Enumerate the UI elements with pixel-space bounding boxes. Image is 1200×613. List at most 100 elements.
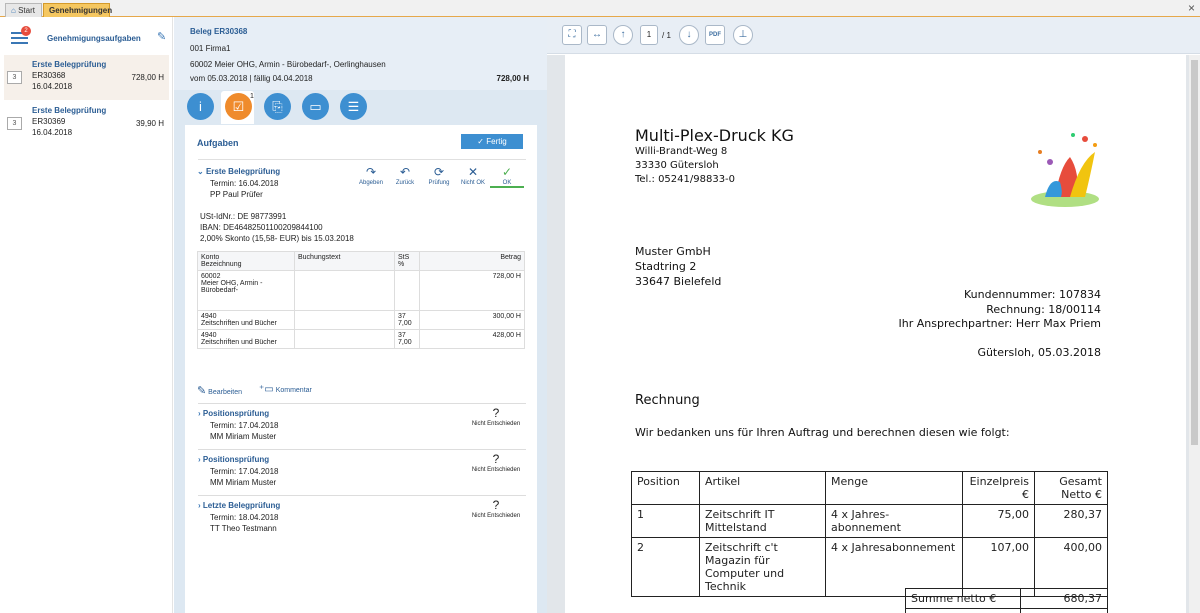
page-down-icon[interactable]: ↓	[679, 25, 699, 45]
comment-icon[interactable]: ▭	[302, 93, 329, 120]
zurueck-button[interactable]: ↶ Zurück	[388, 165, 422, 186]
kommentar-button[interactable]: ⁺▭ Kommentar	[259, 384, 312, 395]
summary-row	[905, 608, 1108, 613]
page-count: / 1	[662, 31, 671, 40]
pdf-icon[interactable]: PDF	[705, 25, 725, 45]
cell-pct: 7,00	[398, 320, 412, 327]
attachment-icon[interactable]: ⎘	[264, 93, 291, 120]
question-icon: ?	[492, 498, 500, 512]
tasks-icon[interactable]: ☑	[225, 93, 252, 120]
beleg-amount: 728,00 H	[496, 74, 529, 83]
page-input[interactable]: 1	[640, 25, 658, 45]
invoice-intro: Wir bedanken uns für Ihren Auftrag und b…	[635, 426, 1010, 439]
list-item[interactable]: › Positionsprüfung Termin: 17.04.2018 MM…	[198, 449, 526, 495]
task-date: 16.04.2018	[32, 82, 73, 91]
ust-id: USt-IdNr.: DE 98773991	[200, 212, 287, 221]
cell-pos: 1	[631, 504, 700, 538]
table-row[interactable]: 4940 Zeitschriften und Bücher 37 7,00 428,…	[197, 329, 525, 349]
beleg-title: Beleg ER30368	[190, 27, 248, 36]
cell-bez: Meier OHG, Armin - Bürobedarf-	[201, 280, 263, 294]
vertical-scrollbar[interactable]	[1189, 55, 1200, 613]
rechnungsnummer: Rechnung: 18/00114	[986, 303, 1101, 316]
chevron-down-icon: ⌄	[197, 167, 204, 176]
abgeben-button[interactable]: ↷ Abgeben	[354, 165, 388, 186]
back-icon: ↶	[399, 165, 411, 179]
current-termin: Termin: 16.04.2018	[210, 179, 279, 188]
iban: IBAN: DE46482501100209844100	[200, 223, 323, 232]
cell-sts: 37	[398, 332, 406, 339]
table-row[interactable]: 4940 Zeitschriften und Bücher 37 7,00 300,…	[197, 310, 525, 330]
ort-datum: Gütersloh, 05.03.2018	[977, 346, 1101, 359]
invoice-table: Position Artikel Menge Einzelpreis € Ges…	[631, 471, 1108, 597]
cell-sts: 37	[398, 313, 406, 320]
task-title: Positionsprüfung	[202, 409, 270, 418]
x-icon: ✕	[467, 165, 479, 179]
col-position: Position	[631, 471, 700, 505]
task-amount: 39,90 H	[135, 119, 164, 128]
cell-text	[294, 310, 395, 330]
scrollbar-thumb[interactable]	[1191, 60, 1198, 445]
cell-bez: Zeitschriften und Bücher	[201, 339, 277, 346]
stamp-icon[interactable]: ⊥	[733, 25, 753, 45]
col-menge: Menge	[825, 471, 963, 505]
cell-betrag: 728,00 H	[419, 270, 525, 311]
col-einzelpreis: Einzelpreis €	[962, 471, 1035, 505]
invoice-heading: Rechnung	[635, 393, 700, 408]
ansprechpartner: Ihr Ansprechpartner: Herr Max Priem	[898, 317, 1101, 330]
check-icon: ✓	[477, 137, 484, 146]
info-icon[interactable]: i	[187, 93, 214, 120]
refresh-icon: ⟳	[433, 165, 445, 179]
aufgaben-title: Aufgaben	[197, 138, 239, 148]
table-row[interactable]: 60002 Meier OHG, Armin - Bürobedarf- 728,…	[197, 270, 525, 311]
ok-button[interactable]: ✓ OK	[490, 165, 524, 188]
company-city: 33330 Gütersloh	[635, 160, 719, 171]
question-icon: ?	[492, 452, 500, 466]
list-item[interactable]: › Positionsprüfung Termin: 17.04.2018 MM…	[198, 403, 526, 449]
current-task[interactable]: ⌄ Erste Belegprüfung	[197, 167, 280, 176]
task-number: ER30368	[32, 71, 66, 80]
fertig-button[interactable]: ✓ Fertig	[461, 134, 523, 149]
chevron-right-icon: ›	[198, 455, 201, 464]
task-title: Positionsprüfung	[202, 455, 270, 464]
fit-page-icon[interactable]: ⛶	[562, 25, 582, 45]
cell-bez: Zeitschriften und Bücher	[201, 320, 277, 327]
task-state: Nicht Entschieden	[471, 467, 521, 473]
table-header: Position Artikel Menge Einzelpreis € Ges…	[631, 471, 1108, 505]
viewer-toolbar: ⛶ ↔ ↑ 1 / 1 ↓ PDF ⊥	[547, 17, 1200, 54]
list-item[interactable]: › Letzte Belegprüfung Termin: 18.04.2018…	[198, 495, 526, 541]
bearbeiten-button[interactable]: ✎ Bearbeiten	[197, 384, 242, 397]
recipient-name: Muster GmbH	[635, 245, 711, 258]
nicht-ok-button[interactable]: ✕ Nicht OK	[456, 165, 490, 186]
tab-genehmigungen[interactable]: Genehmigungen	[43, 3, 112, 17]
pruefung-button[interactable]: ⟳ Prüfung	[422, 165, 456, 186]
task-person: MM Miriam Muster	[210, 432, 277, 441]
task-title: Erste Belegprüfung	[32, 106, 107, 115]
fit-width-icon[interactable]: ↔	[587, 25, 607, 45]
close-icon[interactable]: ×	[1188, 1, 1195, 15]
col-pct: %	[398, 261, 405, 268]
partner: 60002 Meier OHG, Armin - Bürobedarf-, Oe…	[190, 60, 386, 69]
summe-label: Summe netto €	[905, 588, 1021, 609]
tab-start[interactable]: ⌂ Start	[5, 3, 42, 17]
cell-artikel: Zeitschrift IT Mittelstand	[699, 504, 826, 538]
cell-menge: 4 x Jahres-abonnement	[825, 504, 963, 538]
cell-einzelpreis: 75,00	[962, 504, 1035, 538]
cell-pos: 2	[631, 537, 700, 597]
task-state: Nicht Entschieden	[471, 421, 521, 427]
task-number: ER30369	[32, 117, 66, 126]
recipient-street: Stadtring 2	[635, 260, 697, 273]
list-item[interactable]: 3 Erste Belegprüfung ER30369 16.04.2018 …	[4, 101, 169, 146]
task-person: MM Miriam Muster	[210, 478, 277, 487]
list-item[interactable]: 3 Erste Belegprüfung ER30368 16.04.2018 …	[4, 55, 169, 100]
pin-icon[interactable]: ✎	[157, 30, 166, 43]
cell-betrag: 300,00 H	[419, 310, 525, 330]
cell-betrag: 428,00 H	[419, 329, 525, 349]
home-icon: ⌂	[11, 6, 16, 15]
step-number: 3	[7, 117, 22, 130]
task-state: Nicht Entschieden	[471, 513, 521, 519]
step-number: 3	[7, 71, 22, 84]
task-title: Letzte Belegprüfung	[202, 501, 281, 510]
list-icon[interactable]: ☰	[340, 93, 367, 120]
page-up-icon[interactable]: ↑	[613, 25, 633, 45]
cell-konto: 60002	[201, 273, 221, 280]
